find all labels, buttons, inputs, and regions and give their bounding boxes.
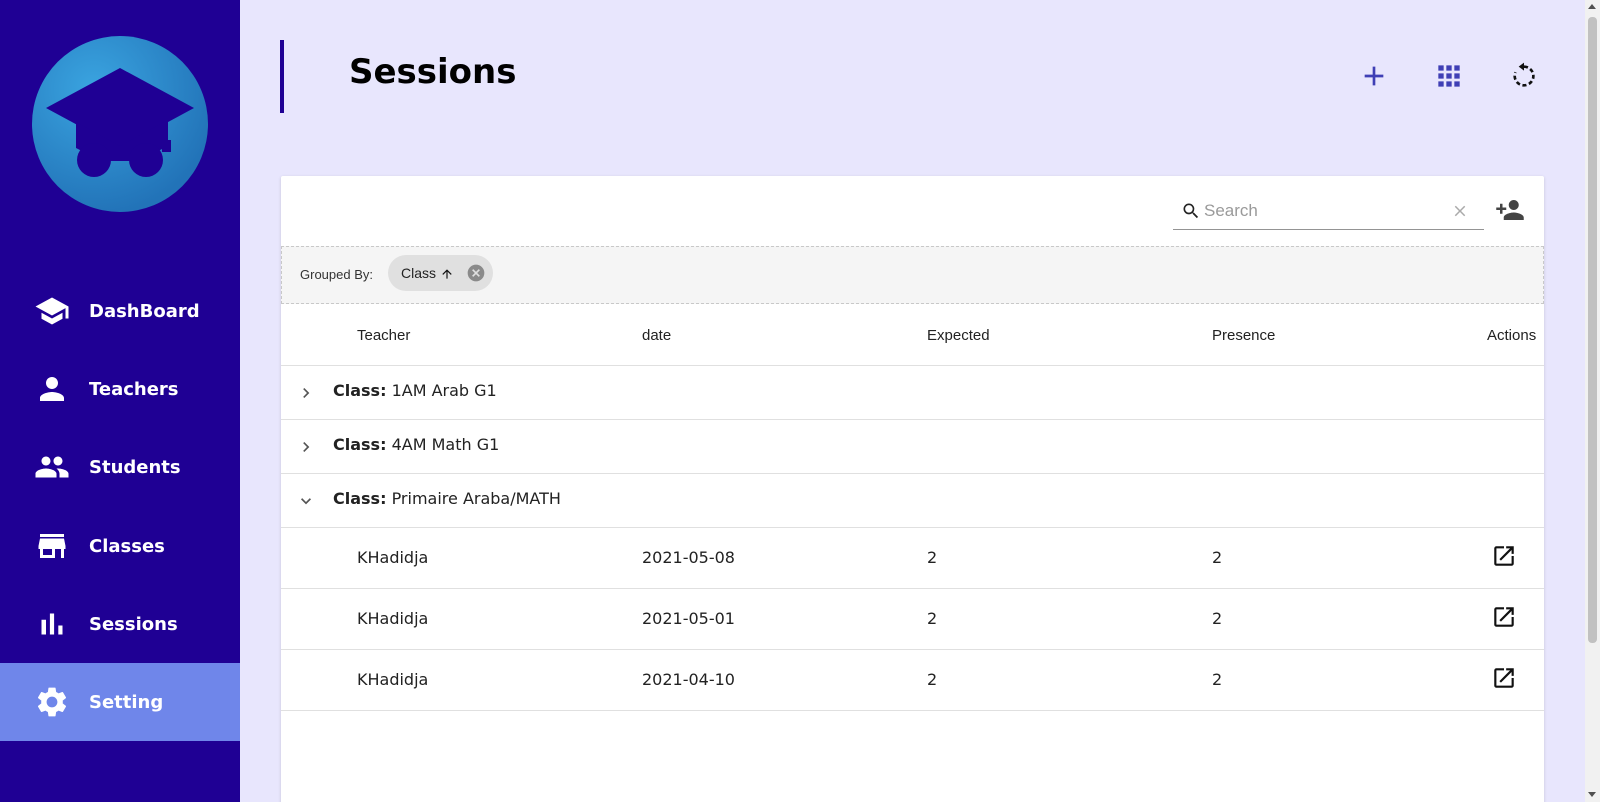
cell-teacher: KHadidja <box>357 548 429 567</box>
scroll-up-arrow-icon[interactable] <box>1588 4 1596 9</box>
chevron-down-icon[interactable] <box>296 491 316 511</box>
search-icon <box>1183 203 1199 219</box>
refresh-button[interactable] <box>1504 56 1544 96</box>
page-title: Sessions <box>349 52 517 92</box>
chevron-right-icon[interactable] <box>296 437 316 457</box>
cell-presence: 2 <box>1212 548 1223 567</box>
group-chip-class[interactable]: Class <box>388 255 493 291</box>
sidebar-item-label: DashBoard <box>89 300 200 322</box>
cell-date: 2021-05-01 <box>642 609 735 628</box>
cell-expected: 2 <box>927 548 938 567</box>
group-row-text: Class: Primaire Araba/MATH <box>333 489 561 508</box>
group-value: 1AM Arab G1 <box>391 381 497 400</box>
scroll-down-arrow-icon[interactable] <box>1588 792 1596 797</box>
grouped-by-label: Grouped By: <box>300 267 373 282</box>
sidebar-item-sessions[interactable]: Sessions <box>0 585 240 663</box>
group-chip-label: Class <box>401 265 437 281</box>
table-row: KHadidja 2021-04-10 2 2 <box>281 650 1544 711</box>
column-header-date[interactable]: date <box>642 327 671 344</box>
sidebar-item-label: Sessions <box>89 613 178 635</box>
group-row[interactable]: Class: 4AM Math G1 <box>281 420 1544 474</box>
open-in-new-icon[interactable] <box>1491 543 1517 569</box>
table-header: Teacher date Expected Presence Actions <box>281 304 1544 366</box>
search-field <box>1173 192 1484 230</box>
store-icon <box>38 534 66 558</box>
table-row: KHadidja 2021-05-01 2 2 <box>281 589 1544 650</box>
sidebar-item-students[interactable]: Students <box>0 428 240 506</box>
remove-chip-icon[interactable] <box>466 263 486 283</box>
sidebar-item-dashboard[interactable]: DashBoard <box>0 272 240 350</box>
sidebar-item-label: Students <box>89 456 181 478</box>
gear-icon <box>37 687 67 717</box>
scroll-thumb[interactable] <box>1588 17 1597 643</box>
column-header-actions: Actions <box>1487 327 1537 344</box>
group-row[interactable]: Class: 1AM Arab G1 <box>281 366 1544 420</box>
cell-teacher: KHadidja <box>357 609 429 628</box>
refresh-icon <box>1513 62 1535 87</box>
group-value: 4AM Math G1 <box>391 435 500 454</box>
group-value: Primaire Araba/MATH <box>391 489 561 508</box>
group-row-text: Class: 1AM Arab G1 <box>333 381 497 400</box>
cell-date: 2021-04-10 <box>642 670 735 689</box>
search-input[interactable] <box>1204 196 1444 226</box>
group-key: Class: <box>333 489 387 508</box>
sidebar-item-label: Setting <box>89 691 164 713</box>
open-in-new-icon[interactable] <box>1491 665 1517 691</box>
group-row-text: Class: 4AM Math G1 <box>333 435 499 454</box>
add-user-button[interactable] <box>1495 195 1525 225</box>
table-toolbar <box>281 176 1544 246</box>
group-by-bar: Grouped By: Class <box>281 246 1544 304</box>
arrow-up-icon[interactable] <box>440 266 454 282</box>
cell-expected: 2 <box>927 670 938 689</box>
cell-presence: 2 <box>1212 609 1223 628</box>
sidebar-item-classes[interactable]: Classes <box>0 507 240 585</box>
cell-teacher: KHadidja <box>357 670 429 689</box>
sidebar-item-teachers[interactable]: Teachers <box>0 350 240 428</box>
group-key: Class: <box>333 435 387 454</box>
sidebar-item-setting[interactable]: Setting <box>0 663 240 741</box>
sidebar-item-label: Classes <box>89 535 165 557</box>
person-icon <box>40 377 64 401</box>
add-button[interactable] <box>1354 56 1394 96</box>
column-header-presence[interactable]: Presence <box>1212 327 1275 344</box>
group-row[interactable]: Class: Primaire Araba/MATH <box>281 474 1544 528</box>
people-icon <box>35 456 69 478</box>
title-accent-bar <box>280 40 284 113</box>
cell-presence: 2 <box>1212 670 1223 689</box>
grid-icon <box>1438 65 1460 87</box>
sessions-table-panel: Grouped By: Class Teacher date Expected … <box>281 176 1544 802</box>
table-row: KHadidja 2021-05-08 2 2 <box>281 528 1544 589</box>
cell-expected: 2 <box>927 609 938 628</box>
open-in-new-icon[interactable] <box>1491 604 1517 630</box>
clear-search-icon[interactable] <box>1451 202 1469 220</box>
chevron-right-icon[interactable] <box>296 383 316 403</box>
school-icon <box>35 297 69 325</box>
page-scrollbar[interactable] <box>1585 0 1600 802</box>
bar-chart-icon <box>41 613 63 635</box>
sidebar: DashBoard Teachers Students Classes Sess… <box>0 0 240 802</box>
column-header-teacher[interactable]: Teacher <box>357 327 410 344</box>
cell-date: 2021-05-08 <box>642 548 735 567</box>
add-icon <box>1364 66 1384 86</box>
group-key: Class: <box>333 381 387 400</box>
graduation-cap-logo-icon <box>32 36 208 212</box>
grid-view-button[interactable] <box>1429 56 1469 96</box>
sidebar-item-label: Teachers <box>89 378 179 400</box>
column-header-expected[interactable]: Expected <box>927 327 990 344</box>
